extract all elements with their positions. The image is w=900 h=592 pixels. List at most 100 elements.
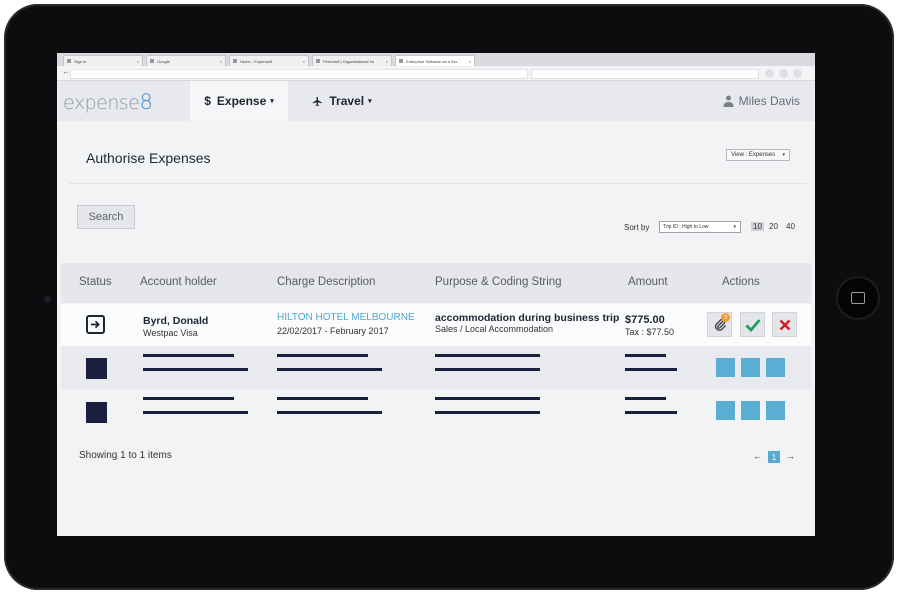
placeholder-line (435, 411, 540, 414)
favicon-icon (233, 59, 237, 63)
back-arrow-icon[interactable]: ← (62, 67, 70, 76)
nav-travel-menu[interactable]: Travel ▾ (297, 81, 387, 121)
table-row[interactable]: Byrd, Donald Westpac Visa HILTON HOTEL M… (61, 304, 811, 346)
browser-tab[interactable]: Perform8 | Organisational Im × (312, 55, 392, 66)
user-icon (723, 95, 734, 107)
status-placeholder (86, 402, 107, 423)
home-button[interactable] (838, 278, 878, 318)
amount-value: $775.00 (625, 314, 665, 326)
favicon-icon (399, 59, 403, 63)
sort-select[interactable]: Trip ID : High to Low ▾ (659, 221, 741, 233)
purpose-text: accommodation during business trip (435, 312, 620, 324)
browser-search-box[interactable] (531, 69, 759, 79)
user-menu[interactable]: Miles Davis (723, 94, 800, 108)
tab-close-icon[interactable]: × (303, 59, 305, 64)
tab-close-icon[interactable]: × (386, 59, 388, 64)
chevron-down-icon: ▾ (270, 98, 274, 105)
placeholder-line (143, 368, 248, 371)
table-row[interactable] (61, 389, 811, 431)
x-icon (779, 319, 790, 330)
placeholder-line (277, 368, 382, 371)
browser-control-button[interactable] (793, 69, 802, 78)
placeholder-line (277, 397, 368, 400)
favicon-icon (67, 59, 71, 63)
page-size-40[interactable]: 40 (786, 222, 795, 231)
next-page-icon[interactable]: → (786, 451, 795, 461)
favicon-icon (150, 59, 154, 63)
attachment-count-badge: 3 (721, 313, 730, 322)
placeholder-line (277, 354, 368, 357)
column-header-amount[interactable]: Amount (628, 276, 668, 288)
chevron-down-icon: ▾ (782, 152, 785, 158)
chevron-down-icon: ▾ (733, 224, 736, 230)
sort-label: Sort by (624, 223, 650, 232)
view-select[interactable]: View : Expenses ▾ (726, 149, 790, 161)
action-placeholder[interactable] (716, 358, 735, 377)
page-size-20[interactable]: 20 (769, 222, 778, 231)
page-title: Authorise Expenses (86, 150, 211, 166)
action-placeholder[interactable] (716, 401, 735, 420)
action-placeholder[interactable] (766, 401, 785, 420)
arrow-in-box-icon[interactable] (86, 315, 105, 334)
placeholder-line (435, 368, 540, 371)
chevron-down-icon: ▾ (368, 98, 372, 105)
browser-control-button[interactable] (765, 69, 774, 78)
placeholder-line (143, 354, 234, 357)
placeholder-line (143, 397, 234, 400)
action-placeholder[interactable] (766, 358, 785, 377)
column-header-account-holder[interactable]: Account holder (140, 276, 217, 288)
items-count-text: Showing 1 to 1 items (79, 450, 172, 461)
page-number-current[interactable]: 1 (768, 451, 780, 463)
placeholder-line (435, 397, 540, 400)
tab-close-icon[interactable]: × (220, 59, 222, 64)
address-bar[interactable] (70, 69, 528, 79)
browser-control-button[interactable] (779, 69, 788, 78)
placeholder-line (625, 368, 677, 371)
camera-dot (44, 296, 51, 303)
tablet-screen: Sign in × Google × Home - Expense8 × Perfor… (57, 53, 815, 536)
charge-merchant-link[interactable]: HILTON HOTEL MELBOURNE (277, 312, 415, 323)
tab-close-icon[interactable]: × (469, 59, 471, 64)
placeholder-line (143, 411, 248, 414)
placeholder-line (625, 411, 677, 414)
nav-expense-menu[interactable]: $ Expense ▾ (190, 81, 288, 121)
approve-button[interactable] (740, 312, 765, 337)
account-holder-name: Byrd, Donald (143, 315, 209, 327)
column-header-status[interactable]: Status (79, 276, 112, 288)
divider (69, 183, 807, 184)
placeholder-line (625, 397, 666, 400)
placeholder-line (277, 411, 382, 414)
attachment-button[interactable]: 3 (707, 312, 732, 337)
dollar-icon: $ (204, 94, 211, 108)
prev-page-icon[interactable]: ← (753, 451, 762, 461)
column-header-charge-description[interactable]: Charge Description (277, 276, 375, 288)
search-button[interactable]: Search (77, 205, 135, 229)
action-placeholder[interactable] (741, 401, 760, 420)
main-content: Authorise Expenses View : Expenses ▾ Sear… (57, 121, 815, 536)
tab-close-icon[interactable]: × (137, 59, 139, 64)
coding-string: Sales / Local Accommodation (435, 324, 554, 334)
app-header: expense8 $ Expense ▾ Travel ▾ Miles Davi… (57, 81, 815, 121)
action-placeholder[interactable] (741, 358, 760, 377)
user-name: Miles Davis (738, 94, 800, 108)
column-header-purpose[interactable]: Purpose & Coding String (435, 276, 562, 288)
placeholder-line (625, 354, 666, 357)
favicon-icon (316, 59, 320, 63)
page-size-10[interactable]: 10 (751, 222, 764, 231)
placeholder-line (435, 354, 540, 357)
reject-button[interactable] (772, 312, 797, 337)
column-header-actions: Actions (722, 276, 760, 288)
table-header: Status Account holder Charge Description… (61, 263, 811, 303)
airplane-icon (313, 96, 323, 106)
status-placeholder (86, 358, 107, 379)
expense8-logo[interactable]: expense8 (63, 90, 153, 114)
browser-tab[interactable]: Home - Expense8 × (229, 55, 309, 66)
browser-tab[interactable]: Sign in × (63, 55, 143, 66)
browser-tab[interactable]: Google × (146, 55, 226, 66)
tax-value: Tax : $77.50 (625, 327, 675, 337)
browser-toolbar: ← (57, 66, 815, 81)
account-card: Westpac Visa (143, 328, 198, 338)
table-row[interactable] (61, 346, 811, 389)
arrow-right-icon (90, 320, 100, 329)
browser-tab-active[interactable]: Enterprise Software as a Ser... × (395, 55, 475, 66)
